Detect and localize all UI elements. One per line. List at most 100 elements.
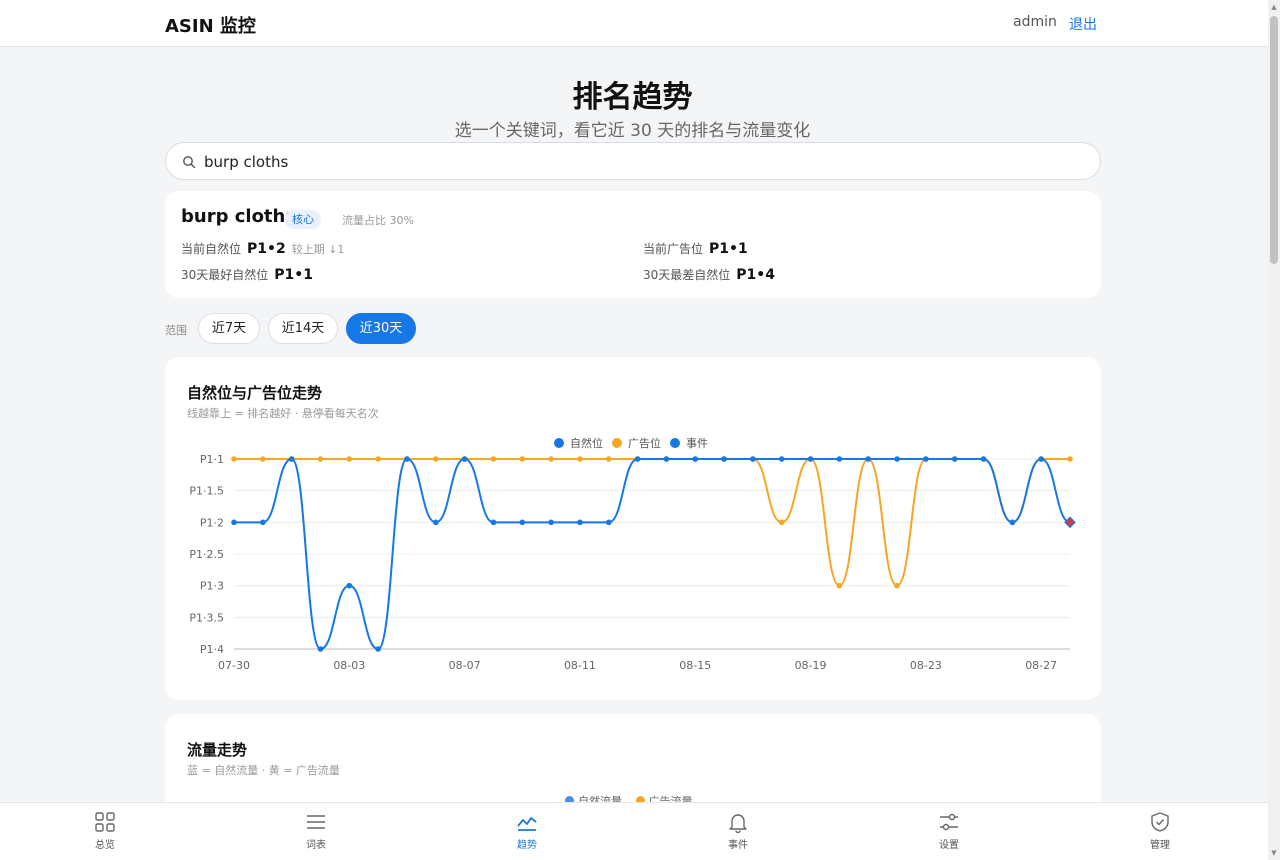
data-point-ad (577, 456, 583, 462)
data-point-organic (865, 456, 872, 462)
bottom-tab-bar: 总览 词表 趋势 事件 设置 管理 (0, 802, 1268, 860)
data-point-organic (1009, 519, 1016, 526)
data-point-ad (778, 519, 785, 526)
tab-label: 事件 (728, 840, 748, 851)
search-box[interactable] (165, 142, 1101, 180)
tab-keywords[interactable]: 词表 (276, 811, 356, 851)
logout-link[interactable]: 退出 (1069, 14, 1097, 34)
flow-chart-subtitle: 蓝 = 自然流量 · 黄 = 广告流量 (187, 764, 340, 777)
data-point-organic (951, 456, 958, 462)
x-tick-label: 08-19 (795, 659, 827, 672)
stat-value: P1•1 (274, 267, 313, 283)
data-point-organic (577, 519, 583, 526)
data-point-organic (1038, 456, 1044, 462)
legend-label: 广告位 (628, 436, 661, 450)
data-point-organic (260, 519, 266, 526)
stat-value: P1•2 (247, 241, 286, 257)
range-14-days-button[interactable]: 近14天 (268, 313, 338, 344)
tab-settings[interactable]: 设置 (909, 811, 989, 851)
legend-dot (612, 438, 622, 448)
data-point-ad (231, 456, 237, 462)
data-point-organic (432, 519, 439, 526)
data-point-ad (432, 456, 439, 462)
data-point-organic (778, 456, 785, 462)
range-7-days-button[interactable]: 近7天 (198, 313, 260, 344)
legend-label: 自然位 (570, 436, 603, 450)
keyword-summary-card: burp cloths 核心 流量占比 30% 当前自然位 P1•2 较上期 ↓1 … (165, 191, 1101, 298)
x-tick-label: 07-30 (218, 659, 250, 672)
data-point-organic (980, 456, 987, 462)
data-point-ad (894, 582, 900, 589)
stat-current-ad: 当前广告位 P1•1 (643, 240, 748, 257)
data-point-ad (1067, 456, 1073, 462)
rank-chart[interactable]: P1·1 P1·1.5 P1·2 P1·2.5 P1·3 P1·3.5 P1·4 07-30 0… (165, 357, 1101, 700)
data-point-organic (548, 519, 554, 526)
data-point-ad (836, 582, 843, 589)
legend-dot (554, 438, 564, 448)
x-tick-label: 08-11 (564, 659, 596, 672)
data-point-organic (404, 456, 410, 462)
tab-overview[interactable]: 总览 (65, 811, 145, 851)
x-tick-label: 08-15 (679, 659, 711, 672)
user-name: admin (1013, 14, 1057, 30)
x-tick-label: 08-27 (1025, 659, 1057, 672)
page-scrollbar[interactable]: ▲ ▼ (1268, 0, 1280, 860)
data-point-organic (461, 456, 468, 462)
data-point-ad (260, 456, 266, 462)
y-tick-label: P1·1 (200, 453, 224, 466)
data-point-ad (519, 456, 526, 462)
range-label: 范围 (165, 324, 187, 337)
data-point-ad (317, 456, 324, 462)
data-point-ad (548, 456, 554, 462)
x-tick-label: 08-23 (910, 659, 942, 672)
scroll-up-icon[interactable]: ▲ (1270, 3, 1278, 11)
keyword-badge: 核心 (285, 210, 321, 229)
data-point-organic (750, 456, 756, 462)
legend-dot (670, 438, 680, 448)
data-point-ad (490, 456, 497, 462)
traffic-share: 流量占比 30% (342, 214, 414, 227)
tab-label: 词表 (306, 840, 326, 851)
data-point-organic (923, 456, 929, 462)
scroll-down-icon[interactable]: ▼ (1270, 849, 1278, 857)
data-point-organic (519, 519, 526, 526)
x-tick-label: 08-07 (449, 659, 481, 672)
range-30-days-button[interactable]: 近30天 (346, 313, 416, 344)
stat-value: P1•1 (709, 241, 748, 257)
data-point-organic (346, 582, 353, 589)
search-input[interactable] (204, 151, 1084, 173)
data-point-ad (605, 456, 612, 462)
scroll-thumb[interactable] (1270, 16, 1278, 264)
stat-label: 当前自然位 (181, 242, 242, 256)
data-point-organic (490, 519, 497, 526)
bell-icon (729, 814, 747, 833)
y-tick-label: P1·2.5 (189, 548, 224, 561)
grid-icon (95, 812, 115, 832)
tab-admin[interactable]: 管理 (1120, 811, 1200, 851)
rank-chart-card: 自然位与广告位走势 线越靠上 = 排名越好 · 悬停看每天名次 P1·1 P1·1… (165, 357, 1101, 700)
y-tick-label: P1·1.5 (189, 485, 224, 498)
sliders-icon (940, 813, 958, 831)
data-point-organic (721, 456, 727, 462)
y-tick-label: P1·3 (200, 580, 224, 593)
keyword-name: burp cloths (181, 206, 297, 227)
tab-trend[interactable]: 趋势 (487, 811, 567, 851)
stat-label: 当前广告位 (643, 242, 704, 256)
stat-best-organic: 30天最好自然位 P1•1 (181, 266, 313, 283)
data-point-organic (375, 646, 381, 652)
tab-events[interactable]: 事件 (698, 811, 778, 851)
y-tick-label: P1·3.5 (189, 611, 224, 624)
stat-current-organic: 当前自然位 P1•2 较上期 ↓1 (181, 240, 344, 257)
data-point-organic (317, 646, 324, 652)
data-point-ad (375, 456, 381, 462)
x-tick-label: 08-03 (333, 659, 365, 672)
data-point-ad (346, 456, 353, 462)
list-icon (307, 815, 325, 829)
search-icon (183, 156, 196, 169)
y-tick-label: P1·4 (200, 643, 224, 656)
data-point-organic (231, 519, 237, 526)
stat-delta: 较上期 ↓1 (291, 243, 345, 256)
flow-chart-title: 流量走势 (187, 741, 248, 759)
data-point-organic (692, 456, 699, 462)
data-point-organic (807, 456, 814, 462)
